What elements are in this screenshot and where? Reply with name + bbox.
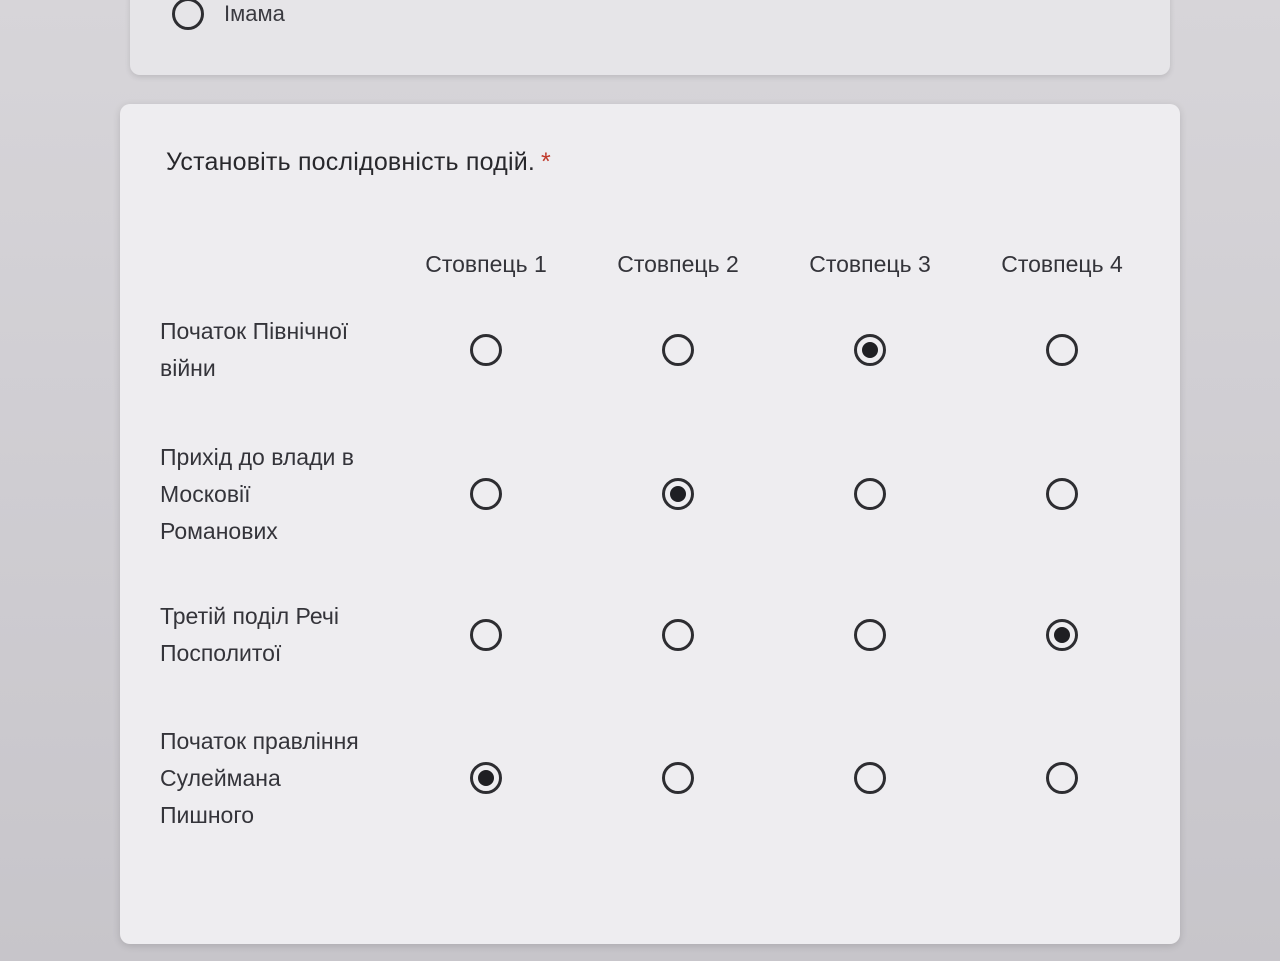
grid-radio[interactable]	[662, 478, 694, 510]
choice-grid: Стовпець 1 Стовпець 2 Стовпець 3 Стовпец…	[160, 234, 1140, 868]
row-label: Початок правління Сулеймана Пишного	[160, 727, 359, 828]
column-header-4: Стовпець 4	[1001, 250, 1123, 277]
row-label: Третій поділ Речі Посполитої	[160, 603, 339, 666]
column-header-2: Стовпець 2	[617, 250, 739, 277]
question-title: Установіть послідовність подій. *	[166, 148, 551, 177]
grid-row: Початок Північної війни	[160, 294, 1140, 406]
grid-radio[interactable]	[662, 334, 694, 366]
grid-radio[interactable]	[470, 478, 502, 510]
column-header-1: Стовпець 1	[425, 250, 547, 277]
grid-radio[interactable]	[662, 619, 694, 651]
grid-radio[interactable]	[854, 619, 886, 651]
grid-radio[interactable]	[470, 334, 502, 366]
grid-radio[interactable]	[470, 762, 502, 794]
radio-dot-icon	[1054, 627, 1070, 643]
column-header-3: Стовпець 3	[809, 250, 931, 277]
grid-radio[interactable]	[854, 334, 886, 366]
grid-radio[interactable]	[1046, 619, 1078, 651]
grid-row: Третій поділ Речі Посполитої	[160, 582, 1140, 688]
grid-row: Початок правління Сулеймана Пишного	[160, 688, 1140, 868]
grid-radio[interactable]	[1046, 762, 1078, 794]
question-title-text: Установіть послідовність подій.	[166, 148, 536, 176]
grid-radio[interactable]	[470, 619, 502, 651]
previous-option-radio[interactable]	[172, 0, 204, 30]
question-card: Установіть послідовність подій. * Стовпец…	[120, 104, 1180, 944]
grid-radio[interactable]	[1046, 478, 1078, 510]
grid-radio[interactable]	[854, 478, 886, 510]
radio-dot-icon	[670, 486, 686, 502]
previous-option-label: Імама	[224, 1, 285, 26]
previous-question-card: Імама	[130, 0, 1170, 75]
row-label: Початок Північної війни	[160, 318, 349, 381]
required-marker: *	[541, 148, 551, 176]
grid-row: Прихід до влади в Московії Романових	[160, 406, 1140, 582]
grid-header: Стовпець 1 Стовпець 2 Стовпець 3 Стовпец…	[160, 234, 1140, 294]
form-page: Імама Установіть послідовність подій. * С…	[0, 0, 1280, 961]
radio-dot-icon	[862, 342, 878, 358]
grid-radio[interactable]	[1046, 334, 1078, 366]
row-label: Прихід до влади в Московії Романових	[160, 443, 354, 544]
radio-dot-icon	[478, 770, 494, 786]
previous-question-option[interactable]: Імама	[172, 0, 285, 30]
grid-radio[interactable]	[854, 762, 886, 794]
grid-radio[interactable]	[662, 762, 694, 794]
